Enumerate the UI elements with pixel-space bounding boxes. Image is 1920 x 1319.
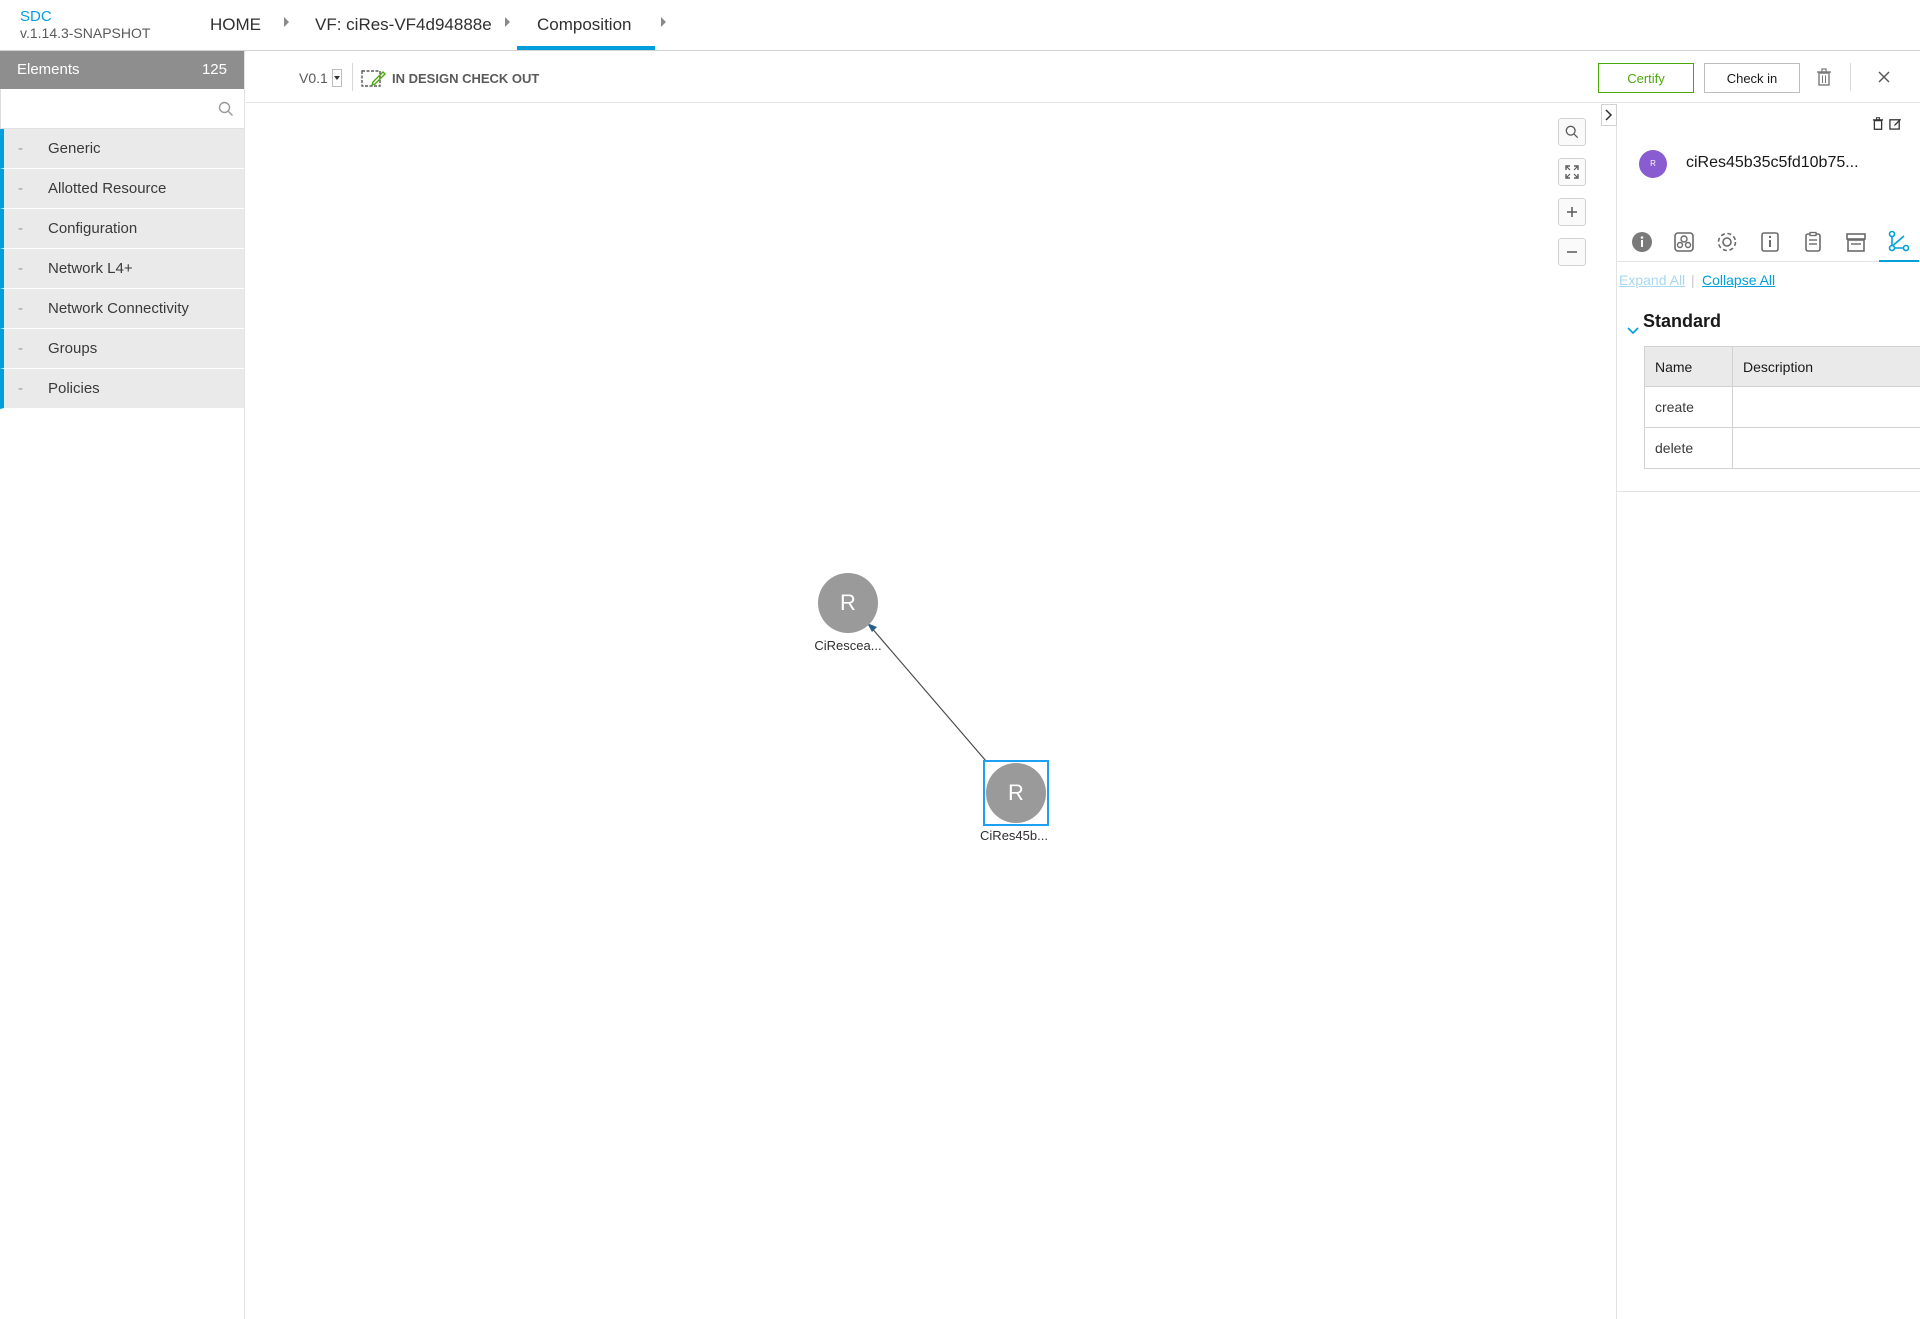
- brand[interactable]: SDC v.1.14.3-SNAPSHOT: [20, 8, 151, 42]
- palette-group-label: Allotted Resource: [48, 180, 167, 197]
- elements-palette: Elements 125 - Generic - Allotted Resource…: [0, 51, 245, 1319]
- gear-icon: [1717, 232, 1737, 252]
- operation-name: create: [1644, 386, 1733, 428]
- column-header-name: Name: [1644, 346, 1733, 387]
- breadcrumb-home[interactable]: HOME: [210, 15, 261, 35]
- palette-group-generic[interactable]: - Generic: [0, 129, 244, 169]
- palette-group-label: Policies: [48, 380, 100, 397]
- collapse-dash-icon: -: [18, 180, 23, 197]
- trash-icon[interactable]: [1872, 117, 1884, 130]
- tab-requirements[interactable]: [1793, 222, 1833, 262]
- expand-all-link[interactable]: Expand All: [1619, 272, 1685, 288]
- section-title[interactable]: Standard: [1643, 311, 1721, 332]
- component-node-cires45b[interactable]: R: [986, 763, 1046, 823]
- component-node-cirescea[interactable]: R: [818, 573, 878, 633]
- brand-version: v.1.14.3-SNAPSHOT: [20, 25, 151, 41]
- breadcrumb-arrow-icon[interactable]: [505, 17, 510, 27]
- table-header-row: Name Description: [1644, 346, 1920, 387]
- collapse-panel-button[interactable]: [1601, 104, 1617, 126]
- breadcrumb-active-indicator: [517, 46, 655, 50]
- info-icon: [1632, 232, 1652, 252]
- brand-name: SDC: [20, 8, 52, 25]
- collapse-dash-icon: -: [18, 140, 23, 157]
- palette-count: 125: [201, 61, 227, 78]
- artifacts-icon: [1674, 232, 1694, 252]
- edit-icon[interactable]: [1889, 117, 1902, 130]
- collapse-dash-icon: -: [18, 260, 23, 277]
- tab-inputs[interactable]: [1836, 222, 1876, 262]
- breadcrumb-vf[interactable]: VF: ciRes-VF4d94888e: [315, 15, 492, 35]
- breadcrumb-arrow-icon[interactable]: [661, 17, 666, 27]
- chevron-right-icon: [1605, 109, 1613, 121]
- interfaces-table: Name Description create delete: [1644, 346, 1920, 469]
- collapse-all-link[interactable]: Collapse All: [1702, 272, 1775, 288]
- panel-tabs: [1617, 222, 1920, 262]
- operation-description: [1732, 386, 1920, 428]
- trash-icon[interactable]: [1816, 68, 1832, 86]
- close-icon[interactable]: [1877, 70, 1891, 84]
- column-header-description: Description: [1732, 346, 1920, 387]
- palette-group-groups[interactable]: - Groups: [0, 329, 244, 369]
- chevron-down-icon[interactable]: [1627, 326, 1639, 336]
- breadcrumb-composition[interactable]: Composition: [537, 15, 632, 35]
- lifecycle-status: IN DESIGN CHECK OUT: [392, 71, 540, 86]
- operation-name: delete: [1644, 427, 1733, 469]
- link-separator: |: [1691, 272, 1695, 288]
- collapse-dash-icon: -: [18, 380, 23, 397]
- composition-canvas[interactable]: R CiRescea... R CiRes45b...: [246, 104, 1616, 1319]
- table-row[interactable]: delete: [1644, 427, 1920, 469]
- tab-general-info[interactable]: [1622, 222, 1662, 262]
- check-in-button[interactable]: Check in: [1704, 63, 1800, 93]
- workspace-toolbar: V0.1 IN DESIGN CHECK OUT Certify Check i…: [246, 51, 1920, 103]
- breadcrumb-arrow-icon[interactable]: [284, 17, 289, 27]
- checkout-edit-icon: [361, 70, 386, 87]
- details-panel: R ciRes45b35c5fd10b75... Expand All | Co…: [1601, 104, 1920, 1319]
- tab-interfaces[interactable]: [1879, 222, 1919, 262]
- divider: [352, 63, 353, 91]
- certify-button[interactable]: Certify: [1598, 63, 1694, 93]
- component-name: ciRes45b35c5fd10b75...: [1686, 154, 1859, 171]
- palette-group-network-l4[interactable]: - Network L4+: [0, 249, 244, 289]
- tab-properties[interactable]: [1707, 222, 1747, 262]
- archive-icon: [1846, 233, 1866, 252]
- chevron-down-icon[interactable]: [332, 69, 342, 87]
- tab-deployment-artifacts[interactable]: [1664, 222, 1704, 262]
- version-select[interactable]: V0.1: [299, 70, 328, 86]
- palette-group-label: Generic: [48, 140, 101, 157]
- node-label: CiRescea...: [814, 638, 882, 653]
- palette-title: Elements: [17, 61, 80, 78]
- divider: [1617, 491, 1920, 492]
- collapse-dash-icon: -: [18, 220, 23, 237]
- relationship-edge[interactable]: [246, 104, 1616, 904]
- palette-group-configuration[interactable]: - Configuration: [0, 209, 244, 249]
- palette-group-label: Network L4+: [48, 260, 133, 277]
- palette-header: Elements 125: [0, 51, 244, 89]
- divider: [1850, 63, 1851, 91]
- top-header: SDC v.1.14.3-SNAPSHOT HOME VF: ciRes-VF4…: [0, 0, 1920, 51]
- palette-group-allotted-resource[interactable]: - Allotted Resource: [0, 169, 244, 209]
- palette-group-policies[interactable]: - Policies: [0, 369, 244, 409]
- palette-search-input[interactable]: [1, 89, 244, 128]
- component-avatar: R: [1639, 150, 1667, 178]
- search-icon[interactable]: [218, 101, 234, 117]
- palette-group-network-connectivity[interactable]: - Network Connectivity: [0, 289, 244, 329]
- palette-group-label: Network Connectivity: [48, 300, 189, 317]
- collapse-dash-icon: -: [18, 300, 23, 317]
- node-label: CiRes45b...: [980, 828, 1048, 843]
- operation-description: [1732, 427, 1920, 469]
- collapse-dash-icon: -: [18, 340, 23, 357]
- palette-group-label: Groups: [48, 340, 98, 357]
- interfaces-icon: [1888, 230, 1910, 252]
- clipboard-icon: [1805, 231, 1821, 252]
- info-square-icon: [1761, 232, 1779, 252]
- table-row[interactable]: create: [1644, 386, 1920, 428]
- palette-group-label: Configuration: [48, 220, 138, 237]
- palette-search: [0, 89, 244, 129]
- tab-information[interactable]: [1750, 222, 1790, 262]
